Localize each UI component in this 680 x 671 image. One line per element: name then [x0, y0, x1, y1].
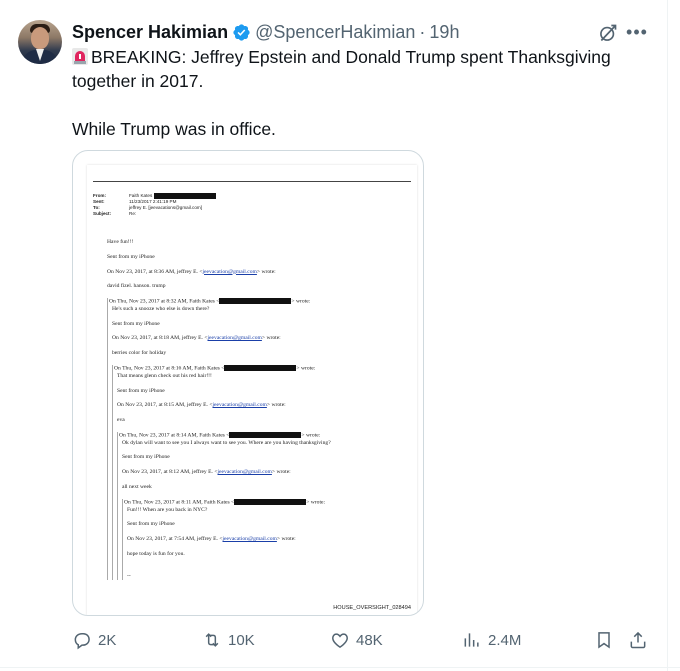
tweet-header: Spencer Hakimian @SpencerHakimian · 19h — [72, 20, 459, 44]
grok-icon[interactable] — [598, 23, 618, 43]
repost-icon — [205, 633, 219, 647]
tweet-line-1: BREAKING: Jeffrey Epstein and Donald Tru… — [72, 47, 611, 91]
separator-dot: · — [419, 21, 426, 42]
views-count: 2.4M — [488, 631, 522, 649]
tweet-text: BREAKING: Jeffrey Epstein and Donald Tru… — [72, 45, 632, 141]
reply-button[interactable]: 2K — [72, 628, 116, 652]
header-key: Subject: — [93, 211, 112, 217]
reply-count: 2K — [98, 631, 117, 649]
avatar[interactable] — [18, 20, 62, 64]
more-icon[interactable]: ••• — [626, 22, 648, 42]
like-button[interactable]: 48K — [330, 628, 383, 652]
email-line: On Nov 23, 2017, at 8:36 AM, jeffrey E. … — [107, 268, 276, 275]
email-line: Sent from my iPhone — [107, 253, 155, 260]
like-count: 48K — [356, 631, 383, 649]
document-rule — [93, 181, 411, 182]
author-handle[interactable]: @SpencerHakimian — [255, 22, 415, 43]
views-icon — [464, 633, 479, 647]
repost-button[interactable]: 10K — [202, 628, 255, 652]
author-name[interactable]: Spencer Hakimian — [72, 22, 228, 43]
share-icon — [630, 631, 646, 649]
email-header: From: Faith Kates Sent: 11/23/2017 2:41:19… — [93, 193, 216, 217]
redaction-block — [153, 193, 216, 199]
views-button[interactable]: 2.4M — [462, 628, 521, 652]
action-bar: 2K 10K 48K 2.4M — [72, 628, 652, 652]
reply-icon — [74, 633, 90, 650]
tweet-image[interactable]: From: Faith Kates Sent: 11/23/2017 2:41:19… — [72, 150, 424, 616]
tweet-divider — [0, 667, 680, 668]
email-body: Have fun!!! Sent from my iPhone On Nov 2… — [107, 239, 407, 581]
header-value: 11/23/2017 2:41:19 PM — [129, 199, 177, 205]
quoted-reply: On Thu, Nov 23, 2017 at 8:32 AM, Faith K… — [107, 298, 407, 581]
repost-count: 10K — [228, 631, 255, 649]
share-button[interactable] — [628, 628, 654, 652]
email-line: Have fun!!! — [107, 239, 134, 245]
tweet-line-2: While Trump was in office. — [72, 119, 276, 139]
tweet-timestamp[interactable]: 19h — [429, 22, 459, 43]
email-document: From: Faith Kates Sent: 11/23/2017 2:41:19… — [87, 165, 417, 615]
header-value: Re: — [129, 211, 137, 217]
email-line: david fizel. hanson. trump — [107, 283, 166, 290]
siren-emoji-icon — [72, 48, 88, 65]
verified-badge-icon[interactable] — [232, 23, 251, 42]
like-icon — [332, 633, 348, 648]
bookmark-icon — [598, 632, 610, 649]
document-id: HOUSE_OVERSIGHT_028494 — [333, 605, 411, 611]
column-border — [667, 0, 668, 671]
header-value: Faith Kates — [129, 193, 154, 199]
header-value: jeffrey E. [jeevacations@gmail.com] — [129, 205, 203, 211]
tweet: Spencer Hakimian @SpencerHakimian · 19h … — [0, 0, 680, 671]
bookmark-button[interactable] — [594, 628, 620, 652]
